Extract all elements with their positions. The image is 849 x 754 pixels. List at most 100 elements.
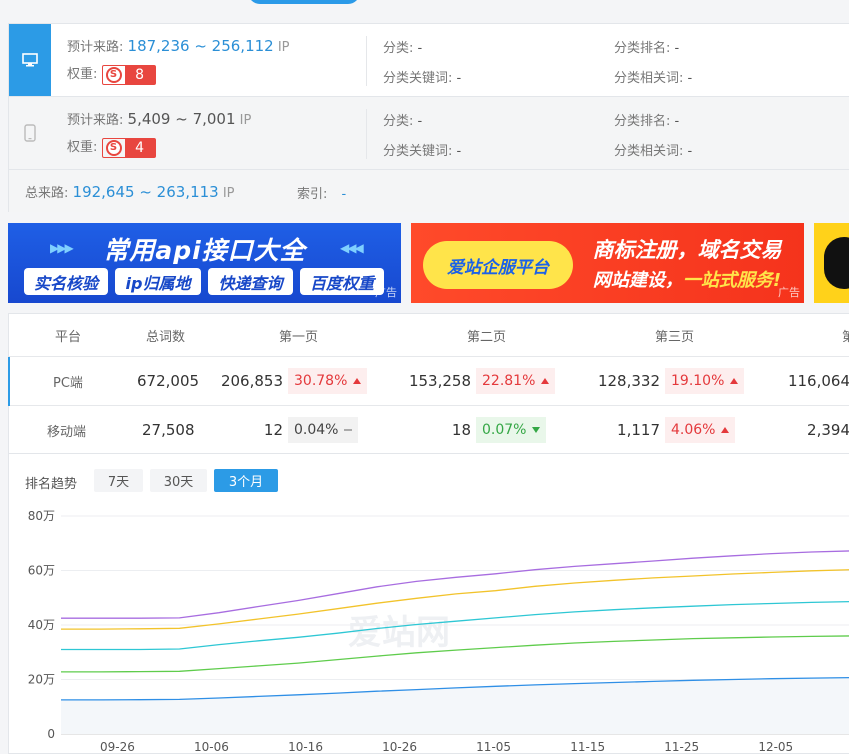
mobile-traffic: 预计来路: 5,409 ~ 7,001 IP [67,109,251,128]
row-page-1-percent-value: 0.04% [294,422,339,438]
row-page-1-percent-value: 30.78% [294,373,348,389]
traffic-panel: 预计来路: 187,236 ~ 256,112 IP 权重: S 8 分类: -… [8,23,849,212]
mobile-category-rank-label: 分类排名: [614,114,671,129]
mobile-category-keyword-value: - [456,144,462,159]
row-page-1-percent: 0.04% [288,417,359,443]
pc-category-related: 分类相关词: - [614,67,692,86]
mobile-weight-label: 权重: [67,140,98,155]
series-line[interactable] [61,550,849,619]
series-line[interactable] [61,635,849,673]
pc-traffic-range[interactable]: 187,236 ~ 256,112 [128,37,274,55]
mobile-category-related: 分类相关词: - [614,140,692,159]
col-page-4: 第 [842,329,849,345]
mobile-traffic-range[interactable]: 5,409 ~ 7,001 [128,110,236,128]
row-page-4[interactable]: 2,394 [807,406,849,454]
row-page-3-percent-value: 19.10% [671,373,725,389]
row-page-2[interactable]: 153,258 [409,357,471,405]
x-tick-label: 10-06 [194,740,229,754]
row-active-indicator [8,357,10,406]
pc-category-keyword-label: 分类关键词: [383,71,453,86]
pc-category-keyword-value: - [456,71,462,86]
api-ad-banner[interactable]: ▶▶▶ 常用api接口大全 ◀◀◀ 实名核验 ip归属地 快递查询 百度权重 广… [8,223,401,303]
series-area [61,677,849,734]
col-page-2: 第二页 [467,329,507,345]
arrow-up-icon [353,378,362,384]
api-ad-pill: 百度权重 [300,268,384,295]
y-tick-label: 0 [47,727,55,741]
x-tick-label: 10-26 [382,740,417,754]
row-page-1-percent: 30.78% [288,368,368,394]
row-page-3-percent: 19.10% [665,368,745,394]
aizhan-service-logo: 爱站企服平台 [423,241,573,289]
row-total: 672,005 [137,372,200,390]
pc-category-keyword: 分类关键词: - [383,67,461,86]
ad-line-2-prefix: 网站建设， [592,270,683,291]
x-tick-label: 11-05 [476,740,511,754]
total-traffic-unit: IP [222,186,235,201]
series-line[interactable] [61,600,849,651]
rank-trend-chart[interactable]: 爱站网 0 20万 40万 60万 80万 09-26 10-06 10-16 10-26 11-0… [9,454,849,754]
arrows-left-icon: ◀◀◀ [340,241,364,255]
divider [366,36,367,86]
row-page-3-percent: 4.06% [665,417,736,443]
total-traffic: 总来路: 192,645 ~ 263,113 IP [25,182,235,201]
y-tick-label: 40万 [28,618,55,632]
pc-category-related-value: - [687,71,693,86]
index-value[interactable]: - [342,187,347,202]
col-total: 总词数 [146,329,186,345]
pc-traffic-unit: IP [277,40,290,55]
row-page-2-percent: 0.07% [476,417,547,443]
mobile-category-rank-value: - [674,114,680,129]
sogou-weight-icon: S [103,66,125,84]
pc-traffic-label: 预计来路: [67,40,124,55]
index-label: 索引: [297,187,328,202]
table-row[interactable]: PC端 672,005 206,853 30.78% 153,258 22.81… [8,357,849,406]
pc-category-label: 分类: [383,41,414,56]
api-ad-pill: 快递查询 [208,268,293,295]
monitor-icon[interactable] [9,24,51,96]
arrow-up-icon [730,378,739,384]
row-page-3[interactable]: 128,332 [598,357,660,405]
ad-tag: 广告 [375,286,397,299]
third-ad-banner[interactable] [814,223,849,303]
mascot-image [824,237,849,289]
table-row[interactable]: 移动端 27,508 12 0.04% 18 0.07% 1,117 4.06%… [9,406,849,454]
mobile-traffic-row: 预计来路: 5,409 ~ 7,001 IP 权重: S 4 分类: - 分类关… [9,97,849,170]
active-top-tab[interactable] [248,0,360,4]
ad-line-2-highlight: 一站式服务! [682,270,782,291]
row-page-1[interactable]: 12 [264,406,283,454]
y-tick-label: 60万 [28,564,55,578]
ad-line-2: 网站建设，一站式服务! [575,266,799,292]
x-tick-label: 10-16 [288,740,323,754]
row-page-3-percent-value: 4.06% [671,422,716,438]
total-traffic-label: 总来路: [25,186,69,201]
pc-weight-label: 权重: [67,67,98,82]
series-line[interactable] [61,569,849,630]
row-page-1[interactable]: 206,853 [221,357,283,405]
pc-traffic: 预计来路: 187,236 ~ 256,112 IP [67,36,290,55]
pc-category-rank-value: - [674,41,680,56]
mobile-weight-badge[interactable]: S 4 [101,137,156,158]
row-platform: PC端 [53,375,83,391]
phone-icon[interactable] [9,97,51,169]
index: 索引: - [297,183,346,202]
mobile-category-related-value: - [687,144,693,159]
aizhan-service-ad-banner[interactable]: 爱站企服平台 商标注册，域名交易 网站建设，一站式服务! 广告 [411,223,804,303]
row-page-2-percent: 22.81% [476,368,556,394]
mobile-traffic-label: 预计来路: [67,113,124,128]
api-ad-pill: 实名核验 [24,268,108,295]
pc-weight: 权重: S 8 [67,63,156,85]
row-page-4[interactable]: 116,064 [788,357,849,405]
col-page-3: 第三页 [655,329,695,345]
row-page-2[interactable]: 18 [452,406,471,454]
mobile-category-keyword-label: 分类关键词: [383,144,453,159]
row-page-3[interactable]: 1,117 [617,406,660,454]
mobile-category-keyword: 分类关键词: - [383,140,461,159]
pc-traffic-row: 预计来路: 187,236 ~ 256,112 IP 权重: S 8 分类: -… [9,24,849,97]
row-platform: 移动端 [47,424,87,440]
ad-line-1: 商标注册，域名交易 [592,238,782,262]
arrow-up-icon [541,378,550,384]
flat-dash-icon [344,429,353,431]
chart-watermark: 爱站网 [348,613,450,653]
pc-weight-badge[interactable]: S 8 [101,64,156,85]
